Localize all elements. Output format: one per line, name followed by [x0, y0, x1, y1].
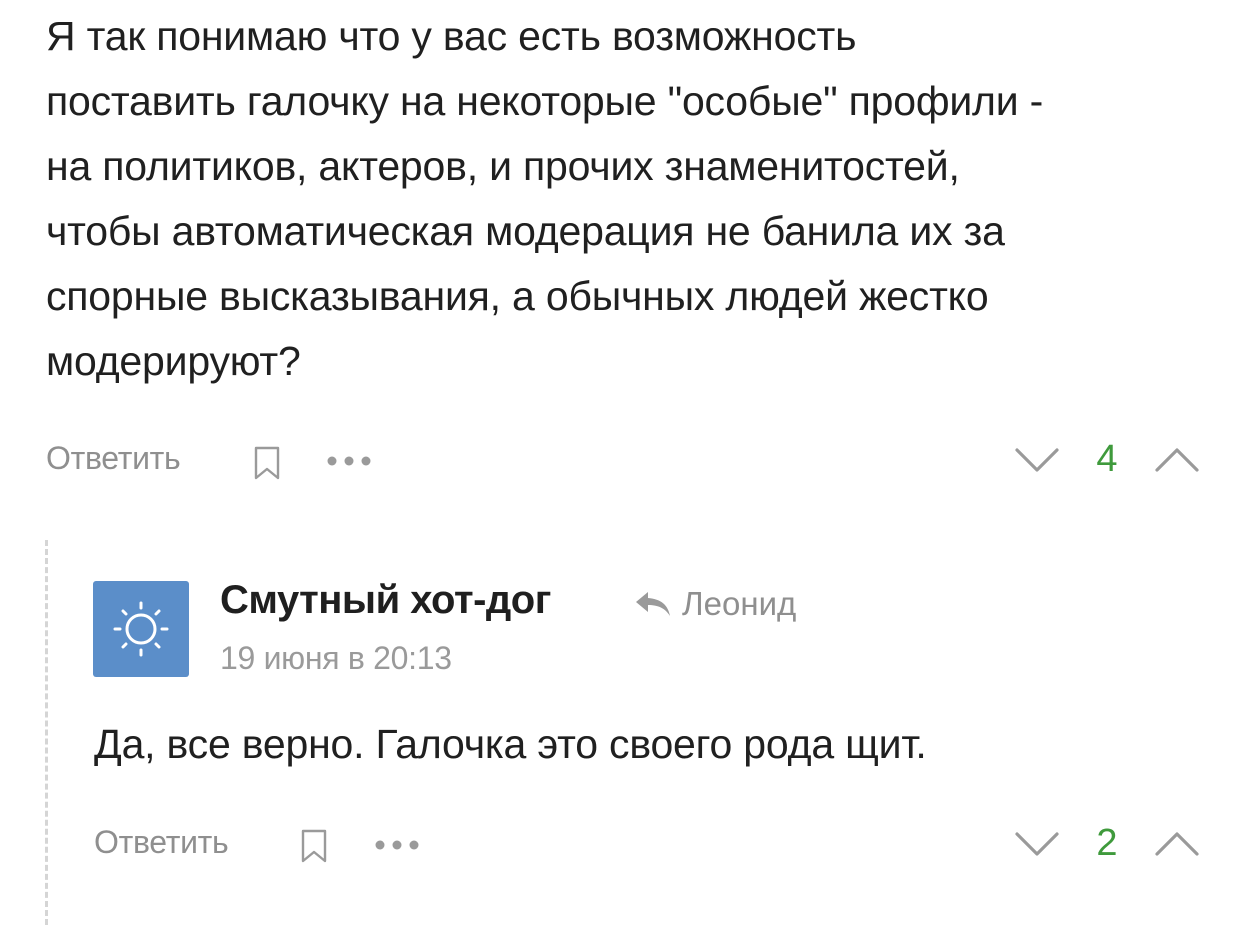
more-dots-icon[interactable] [374, 839, 420, 851]
reply-arrow-icon [636, 592, 670, 616]
chevron-up-icon[interactable] [1154, 830, 1200, 858]
thread-line[interactable] [45, 540, 48, 925]
comment-line: чтобы автоматическая модерация не банила… [46, 208, 1005, 254]
chevron-up-icon[interactable] [1154, 446, 1200, 474]
comment-date: 19 июня в 20:13 [220, 640, 452, 676]
rating-value: 4 [1096, 438, 1118, 480]
reply-to-name: Леонид [682, 585, 797, 622]
author-name[interactable]: Смутный хот-дог [220, 578, 551, 623]
comment-line: Я так понимаю что у вас есть возможность [46, 13, 857, 59]
sun-icon [113, 601, 169, 657]
bookmark-icon[interactable] [252, 445, 282, 481]
comment-line: на политиков, актеров, и прочих знаменит… [46, 143, 960, 189]
reply-button[interactable]: Ответить [46, 440, 181, 477]
reply-button[interactable]: Ответить [94, 824, 229, 861]
more-dots-icon[interactable] [326, 455, 372, 467]
chevron-down-icon[interactable] [1014, 830, 1060, 858]
comment-line: поставить галочку на некоторые "особые" … [46, 78, 1044, 124]
comment-line: модерируют? [46, 338, 301, 384]
avatar[interactable] [93, 581, 189, 677]
comment-body: Я так понимаю что у вас есть возможность… [46, 4, 1206, 394]
reply-to-link[interactable]: Леонид [634, 585, 796, 623]
rating-value: 2 [1096, 822, 1118, 864]
chevron-down-icon[interactable] [1014, 446, 1060, 474]
comment-line: спорные высказывания, а обычных людей же… [46, 273, 989, 319]
bookmark-icon[interactable] [299, 828, 329, 864]
reply-body: Да, все верно. Галочка это своего рода щ… [94, 721, 927, 767]
